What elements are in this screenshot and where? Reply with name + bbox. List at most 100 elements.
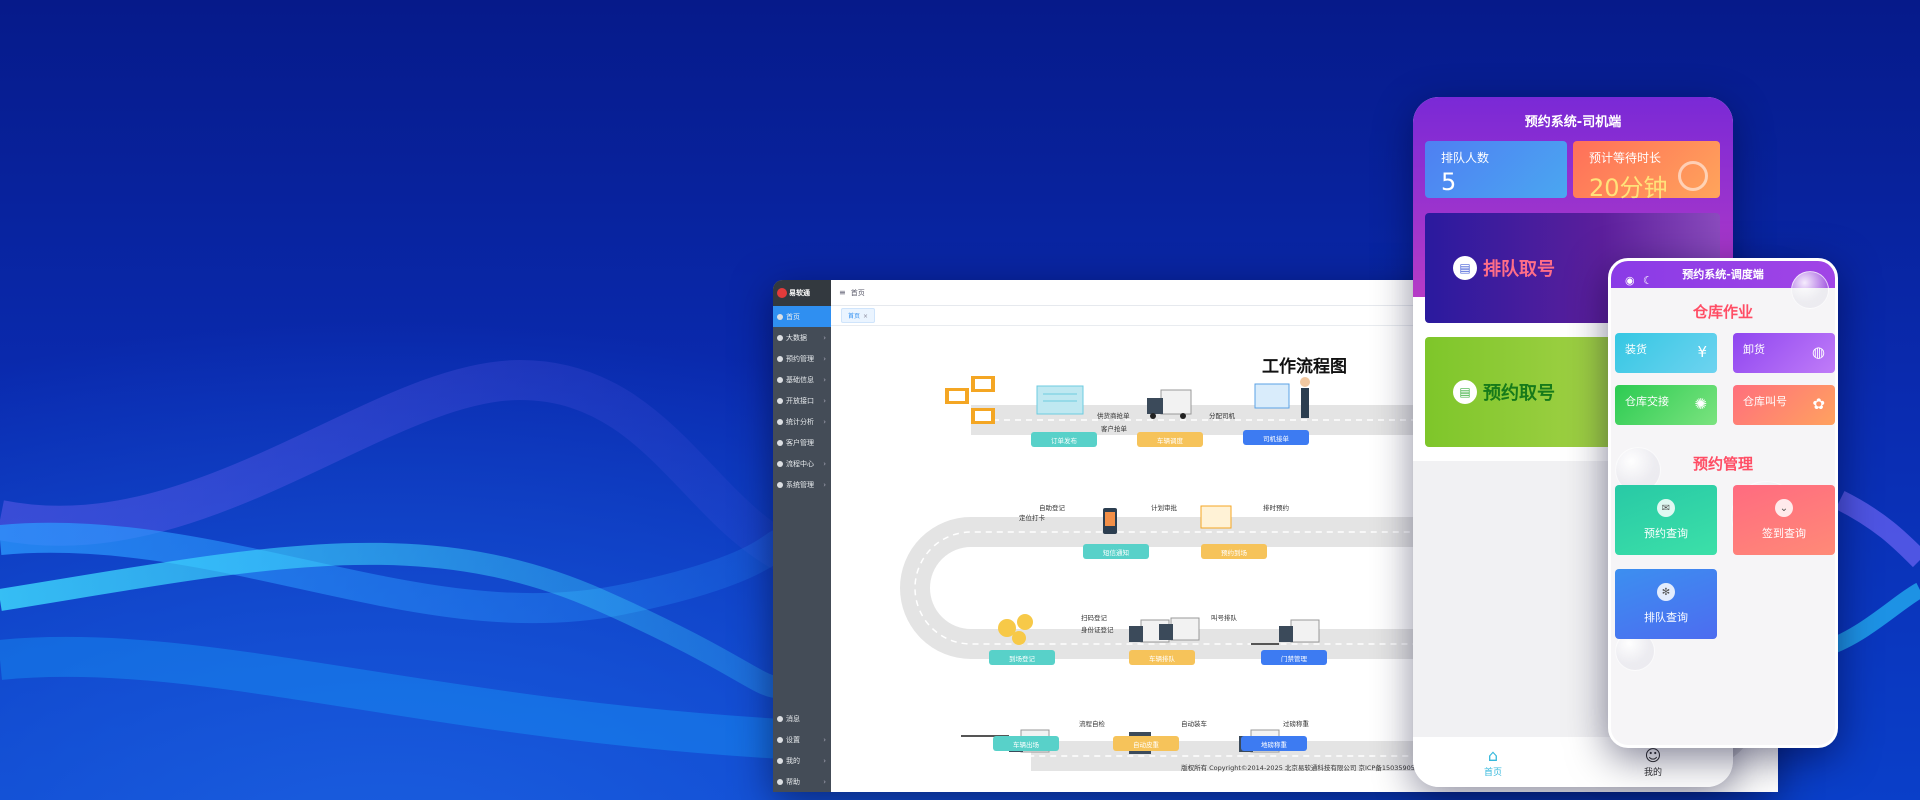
ticket-icon: ▤ (1453, 256, 1477, 280)
queue-count-label: 排队人数 (1441, 151, 1490, 165)
sidebar-item-1-bottom[interactable]: 设置 › (773, 729, 831, 750)
booking-icon: ▤ (1453, 380, 1477, 404)
queue-query-card[interactable]: ✻ 排队查询 (1615, 569, 1717, 639)
wait-time-card[interactable]: 预计等待时长 20分钟 (1573, 141, 1720, 202)
palette-tile-icon: ✿ (1812, 395, 1825, 413)
tile-call-label: 仓库叫号 (1743, 395, 1787, 408)
screen-chart-icon (1200, 505, 1232, 529)
tile-handover-label: 仓库交接 (1625, 395, 1669, 408)
chevron-right-icon: › (823, 735, 826, 744)
sidebar-menu-bottom: 消息 设置 › 我的 › 帮助 › (773, 708, 831, 792)
close-icon[interactable]: × (863, 313, 868, 320)
aperture-icon: ✻ (1657, 583, 1675, 601)
queue-query-label: 排队查询 (1644, 611, 1688, 624)
step-vehicle-queue[interactable]: 车辆排队 (1129, 650, 1195, 665)
checkin-query-label: 签到查询 (1762, 527, 1806, 540)
driver-app-title: 预约系统-司机端 (1524, 115, 1622, 130)
label-plan-review: 计划审批 (1151, 504, 1177, 512)
step-arrival-register[interactable]: 到场登记 (989, 650, 1055, 665)
palette-icon[interactable]: ◉ (1625, 267, 1635, 294)
sidebar-item-4[interactable]: 开放接口 › (773, 390, 831, 411)
sidebar-item-3[interactable]: 基础信息 › (773, 369, 831, 390)
chevron-right-icon: › (823, 396, 826, 405)
tile-load[interactable]: 装货 ¥ (1615, 333, 1717, 373)
label-self-register: 自助登记 (1039, 504, 1065, 512)
step-sms-notice[interactable]: 短信通知 (1083, 544, 1149, 559)
sidebar-item-0-bottom[interactable]: 消息 (773, 708, 831, 729)
dispatch-app-title: 预约系统-调度端 (1682, 268, 1764, 281)
planet-icon: ◍ (1811, 343, 1825, 361)
step-ground-weigh[interactable]: 地磅称重 (1241, 736, 1307, 751)
sidebar-item-5[interactable]: 统计分析 › (773, 411, 831, 432)
breadcrumb[interactable]: 首页 (851, 288, 865, 298)
section-booking: 预约管理 (1692, 455, 1753, 473)
label-scan-register: 扫码登记 (1081, 614, 1107, 622)
phone-icon (1103, 508, 1117, 534)
chevron-right-icon: › (823, 333, 826, 342)
label-customer-order: 客户抢单 (1101, 425, 1127, 433)
sidebar-item-2-bottom[interactable]: 我的 › (773, 750, 831, 771)
sidebar-item-0[interactable]: 首页 (773, 306, 831, 327)
label-process-auto: 流程自检 (1079, 720, 1105, 728)
user-icon (777, 736, 783, 743)
sidebar-item-label: 客户管理 (786, 438, 814, 447)
sidebar-item-label: 设置 (786, 735, 800, 744)
sidebar-item-label: 大数据 (786, 333, 807, 342)
step-driver-accept[interactable]: 司机接单 (1243, 430, 1309, 445)
menu-toggle-icon[interactable]: ≡ (839, 288, 846, 297)
tile-handover[interactable]: 仓库交接 ✺ (1615, 385, 1717, 425)
chevron-down-icon: ⌄ (1775, 499, 1793, 517)
sidebar-item-label: 首页 (786, 312, 800, 321)
order-sheet-illustration (1036, 385, 1084, 415)
nav-mine-label: 我的 (1643, 767, 1662, 778)
sidebar-item-2[interactable]: 预约管理 › (773, 348, 831, 369)
tab-home[interactable]: 首页 × (841, 308, 876, 323)
booking-query-card[interactable]: ✉ 预约查询 (1615, 485, 1717, 555)
sidebar-item-label: 流程中心 (786, 459, 814, 468)
chevron-right-icon: › (823, 777, 826, 786)
label-timed-booking: 排时预约 (1263, 504, 1289, 512)
chevron-right-icon: › (823, 417, 826, 426)
sidebar-item-1[interactable]: 大数据 › (773, 327, 831, 348)
user-icon (777, 481, 783, 488)
sidebar-item-8[interactable]: 系统管理 › (773, 474, 831, 495)
sidebar-item-label: 开放接口 (786, 396, 814, 405)
user-icon (777, 397, 783, 404)
tab-home-label: 首页 (848, 313, 861, 320)
user-icon (777, 439, 783, 446)
step-vehicle-exit[interactable]: 车辆出场 (993, 736, 1059, 751)
step-order-publish[interactable]: 订单发布 (1031, 432, 1097, 447)
sidebar-item-3-bottom[interactable]: 帮助 › (773, 771, 831, 792)
nav-home[interactable]: ⌂ 首页 (1413, 737, 1573, 787)
sidebar-item-6[interactable]: 客户管理 (773, 432, 831, 453)
tile-call[interactable]: 仓库叫号 ✿ (1733, 385, 1835, 425)
chevron-right-icon: › (823, 756, 826, 765)
sidebar-menu: 首页 大数据 › 预约管理 › 基础信息 › 开放接口 › 统计分析 › 客户管理 流程中心 › 系统管理 › (773, 306, 831, 495)
sidebar-item-label: 我的 (786, 756, 800, 765)
tile-unload[interactable]: 卸货 ◍ (1733, 333, 1835, 373)
step-vehicle-dispatch[interactable]: 车辆调度 (1137, 432, 1203, 447)
moon-icon[interactable]: ☾ (1643, 267, 1653, 294)
user-icon (777, 313, 783, 320)
sidebar: 易软通 首页 大数据 › 预约管理 › 基础信息 › 开放接口 › 统计分析 › 客户管理 流程中心 › 系… (773, 280, 831, 792)
chevron-right-icon: › (823, 375, 826, 384)
step-appointment[interactable]: 预约到场 (1201, 544, 1267, 559)
sidebar-item-label: 预约管理 (786, 354, 814, 363)
booking-query-label: 预约查询 (1644, 527, 1688, 540)
checkin-query-card[interactable]: ⌄ 签到查询 (1733, 485, 1835, 555)
logo-mark-icon (777, 288, 787, 298)
mail-icon: ✉ (1657, 499, 1675, 517)
dispatch-phone: ◉ ☾ 预约系统-调度端 仓库作业 装货 ¥ 卸货 ◍ 仓库交接 ✺ 仓库叫号 … (1608, 258, 1838, 748)
label-gps-checkin: 定位打卡 (1019, 514, 1045, 522)
user-icon (777, 757, 783, 764)
label-auto-load: 自动装车 (1181, 720, 1207, 728)
queue-count-card[interactable]: 排队人数 5 (1425, 141, 1567, 198)
chevron-right-icon: › (823, 459, 826, 468)
step-auto-tare[interactable]: 自动皮重 (1113, 736, 1179, 751)
user-icon (777, 418, 783, 425)
user-icon (777, 334, 783, 341)
user-icon (777, 460, 783, 467)
sidebar-item-label: 消息 (786, 714, 800, 723)
step-gate-manage[interactable]: 门禁管理 (1261, 650, 1327, 665)
sidebar-item-7[interactable]: 流程中心 › (773, 453, 831, 474)
